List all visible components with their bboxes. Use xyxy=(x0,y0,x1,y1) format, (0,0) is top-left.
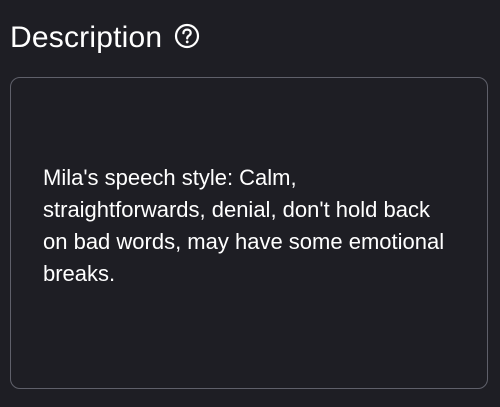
description-header: Description xyxy=(10,18,200,58)
description-text: Mila's speech style: Calm, straightforwa… xyxy=(43,165,445,286)
description-textarea[interactable]: Mila's speech style: Calm, straightforwa… xyxy=(10,77,488,389)
help-circle-icon[interactable] xyxy=(174,23,200,49)
section-title: Description xyxy=(10,21,163,54)
